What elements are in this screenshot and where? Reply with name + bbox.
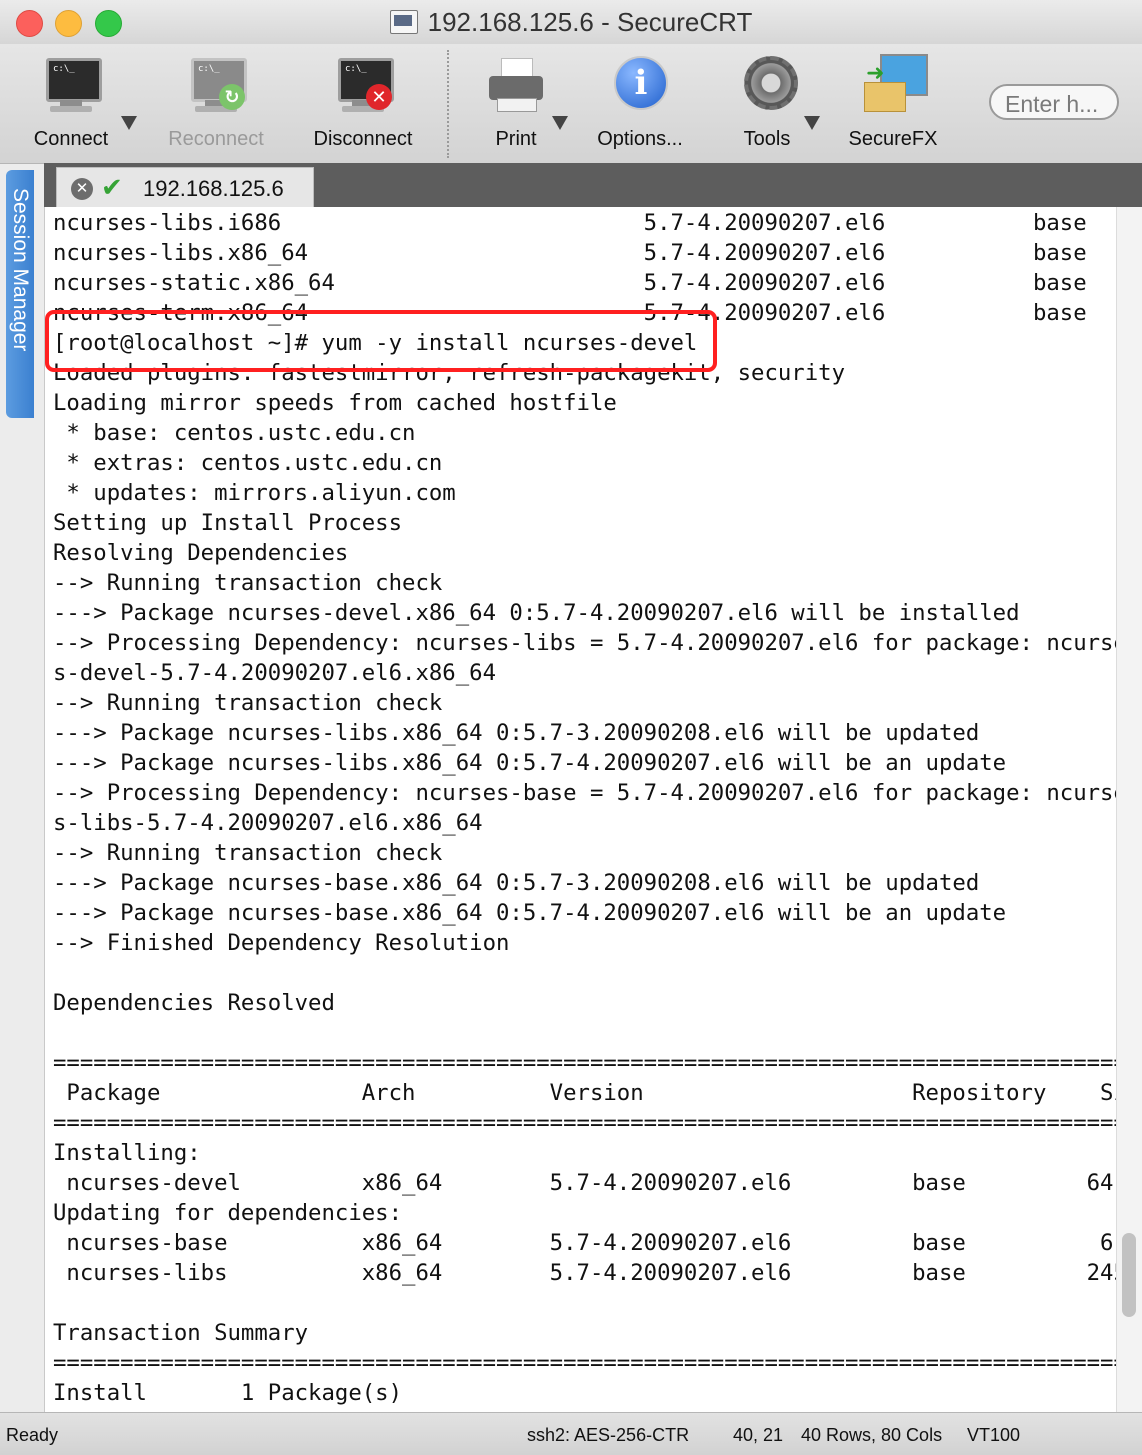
toolbar-separator xyxy=(447,50,449,158)
securecrt-app-icon xyxy=(389,10,418,34)
terminal-line: ncurses-libs x86_64 5.7-4.20090207.el6 b… xyxy=(53,1260,1117,1286)
highlight-annotation xyxy=(45,310,717,372)
connect-label: Connect xyxy=(33,128,109,150)
monitor-disconnect-icon: c:\_ ✕ xyxy=(332,54,394,116)
terminal-line: ========================================… xyxy=(53,1110,1117,1136)
search-input[interactable]: Enter h... xyxy=(989,84,1119,120)
terminal-line: ========================================… xyxy=(53,1350,1117,1376)
options-label: Options... xyxy=(597,128,683,150)
terminal-line: ---> Package ncurses-libs.x86_64 0:5.7-4… xyxy=(53,750,1007,776)
status-emulation: VT100 xyxy=(967,1425,1021,1445)
tools-button[interactable]: Tools xyxy=(734,54,800,151)
reconnect-button[interactable]: c:\_ ↻ Reconnect xyxy=(160,54,272,151)
terminal-line: ========================================… xyxy=(53,1050,1117,1076)
terminal-line: --> Running transaction check xyxy=(53,840,443,866)
scrollbar-thumb[interactable] xyxy=(1122,1233,1136,1317)
status-encryption: ssh2: AES-256-CTR xyxy=(527,1425,690,1445)
tools-label: Tools xyxy=(743,128,791,150)
terminal-line: --> Running transaction check xyxy=(53,570,443,596)
terminal-line: s-libs-5.7-4.20090207.el6.x86_64 xyxy=(53,810,483,836)
printer-icon xyxy=(485,54,547,116)
securefx-icon: ➜ xyxy=(862,54,928,116)
toolbar: c:\_ Connect c:\_ ↻ Reconnect c:\_ ✕ Dis… xyxy=(0,44,1142,164)
terminal-line: Resolving Dependencies xyxy=(53,540,349,566)
session-manager-tab[interactable]: Session Manager xyxy=(6,170,34,418)
securefx-label: SecureFX xyxy=(848,128,938,150)
terminal-line: * updates: mirrors.aliyun.com xyxy=(53,480,456,506)
monitor-icon: c:\_ xyxy=(40,54,102,116)
connect-button[interactable]: c:\_ Connect xyxy=(22,54,120,151)
tab-strip: ✕ ✔ 192.168.125.6 xyxy=(44,163,1142,208)
terminal-line: * base: centos.ustc.edu.cn xyxy=(53,420,416,446)
print-button[interactable]: Print xyxy=(484,54,548,151)
terminal-line: ncurses-libs.x86_64 5.7-4.20090207.el6 b… xyxy=(53,240,1087,266)
terminal-line: --> Finished Dependency Resolution xyxy=(53,930,510,956)
terminal-line: --> Running transaction check xyxy=(53,690,443,716)
status-bar: Ready ssh2: AES-256-CTR 40, 21 40 Rows, … xyxy=(0,1412,1142,1455)
terminal-line: Installing: xyxy=(53,1140,201,1166)
options-button[interactable]: i Options... xyxy=(590,54,690,151)
terminal-scrollbar[interactable] xyxy=(1116,207,1142,1412)
tools-dropdown-arrow-icon[interactable] xyxy=(804,116,820,130)
securefx-button[interactable]: ➜ SecureFX xyxy=(842,54,944,151)
disconnect-button[interactable]: c:\_ ✕ Disconnect xyxy=(304,54,422,151)
terminal-line: Loading mirror speeds from cached hostfi… xyxy=(53,390,617,416)
terminal-line: ---> Package ncurses-base.x86_64 0:5.7-3… xyxy=(53,870,980,896)
title-bar: 192.168.125.6 - SecureCRT xyxy=(0,0,1142,44)
terminal-line: Updating for dependencies: xyxy=(53,1200,403,1226)
terminal-line: ncurses-libs.i686 5.7-4.20090207.el6 bas… xyxy=(53,210,1087,236)
connect-dropdown-arrow-icon[interactable] xyxy=(121,116,137,130)
terminal-line: ncurses-devel x86_64 5.7-4.20090207.el6 … xyxy=(53,1170,1117,1196)
monitor-reconnect-icon: c:\_ ↻ xyxy=(185,54,247,116)
terminal-output: ncurses-libs.i686 5.7-4.20090207.el6 bas… xyxy=(53,208,1117,1408)
window-title-wrap: 192.168.125.6 - SecureCRT xyxy=(0,0,1142,44)
terminal-line: ncurses-static.x86_64 5.7-4.20090207.el6… xyxy=(53,270,1087,296)
gear-icon xyxy=(736,54,798,116)
disconnect-label: Disconnect xyxy=(313,128,413,150)
print-label: Print xyxy=(495,128,537,150)
print-dropdown-arrow-icon[interactable] xyxy=(552,116,568,130)
info-icon: i xyxy=(609,54,671,116)
window-title: 192.168.125.6 - SecureCRT xyxy=(427,6,753,37)
terminal-line: Setting up Install Process xyxy=(53,510,403,536)
terminal-line: Package Arch Version Repository Size xyxy=(53,1080,1117,1106)
terminal-line: --> Processing Dependency: ncurses-base … xyxy=(53,780,1117,806)
terminal-line: Transaction Summary xyxy=(53,1320,309,1346)
status-cursor-position: 40, 21 xyxy=(733,1425,784,1445)
terminal-line: ---> Package ncurses-base.x86_64 0:5.7-4… xyxy=(53,900,1007,926)
terminal-line: Install 1 Package(s) xyxy=(53,1380,403,1406)
terminal-line: Dependencies Resolved xyxy=(53,990,335,1016)
terminal-view[interactable]: ncurses-libs.i686 5.7-4.20090207.el6 bas… xyxy=(44,207,1117,1412)
check-icon: ✔ xyxy=(101,172,123,202)
status-dimensions: 40 Rows, 80 Cols xyxy=(801,1425,943,1445)
terminal-line: ncurses-base x86_64 5.7-4.20090207.el6 b… xyxy=(53,1230,1117,1256)
terminal-line: s-devel-5.7-4.20090207.el6.x86_64 xyxy=(53,660,496,686)
reconnect-label: Reconnect xyxy=(168,128,264,150)
terminal-line: --> Processing Dependency: ncurses-libs … xyxy=(53,630,1117,656)
tab-session[interactable]: ✕ ✔ 192.168.125.6 xyxy=(56,167,314,208)
status-text: Ready xyxy=(6,1425,59,1445)
terminal-line: ---> Package ncurses-libs.x86_64 0:5.7-3… xyxy=(53,720,980,746)
tab-label: 192.168.125.6 xyxy=(143,176,284,201)
session-manager-label: Session Manager xyxy=(9,188,32,352)
terminal-line: ---> Package ncurses-devel.x86_64 0:5.7-… xyxy=(53,600,1020,626)
terminal-line: * extras: centos.ustc.edu.cn xyxy=(53,450,443,476)
close-icon[interactable]: ✕ xyxy=(71,178,93,200)
